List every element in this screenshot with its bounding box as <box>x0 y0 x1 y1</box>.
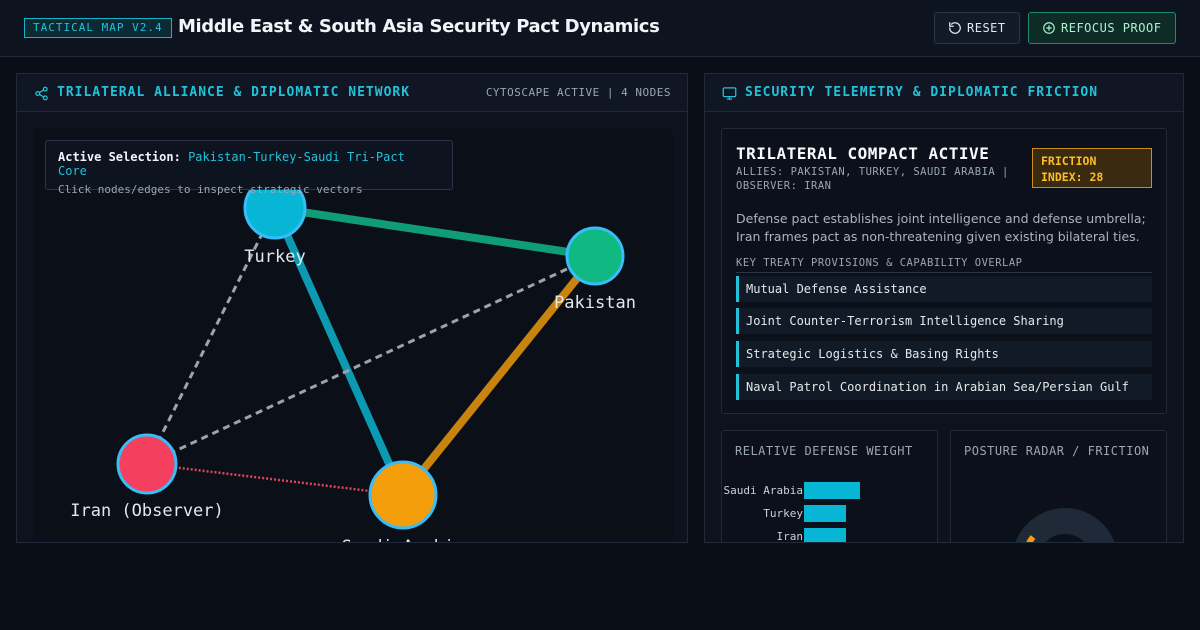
page-footer-area <box>0 543 1200 630</box>
node-saudi[interactable] <box>368 460 438 530</box>
defense-weight-label: Iran <box>776 530 804 543</box>
defense-weight-label: Saudi Arabia <box>723 484 803 497</box>
plus-circle-icon <box>1043 22 1055 34</box>
trilateral-compact-card: TRILATERAL COMPACT ACTIVE ALLIES: PAKIST… <box>721 128 1167 414</box>
active-selection-label: Active Selection: <box>58 150 181 164</box>
alliance-network-panel: TRILATERAL ALLIANCE & DIPLOMATIC NETWORK… <box>16 73 688 543</box>
version-badge: TACTICAL MAP V2.4 <box>24 18 172 38</box>
network-graph[interactable]: TurkeyPakistanIran (Observer)Saudi Arabi… <box>33 128 673 542</box>
top-bar: TACTICAL MAP V2.4 Middle East & South As… <box>0 0 1200 57</box>
posture-radar-card: POSTURE RADAR / FRICTION <box>950 430 1167 542</box>
edge-pakistan-saudi[interactable] <box>399 253 599 498</box>
radar-gauge-arc <box>1015 508 1115 542</box>
provision-item[interactable]: Mutual Defense Assistance <box>736 276 1152 302</box>
share-network-icon <box>35 86 48 101</box>
defense-weight-title: RELATIVE DEFENSE WEIGHT <box>735 444 913 458</box>
edge-turkey-pakistan[interactable] <box>274 204 596 260</box>
telemetry-panel-title: SECURITY TELEMETRY & DIPLOMATIC FRICTION <box>745 85 1099 100</box>
network-panel-header: TRILATERAL ALLIANCE & DIPLOMATIC NETWORK… <box>17 74 687 112</box>
page-title: Middle East & South Asia Security Pact D… <box>178 16 660 37</box>
monitor-icon <box>722 87 737 100</box>
active-selection-box: Active Selection: Pakistan-Turkey-Saudi … <box>45 140 453 196</box>
selection-hint: Click nodes/edges to inspect strategic v… <box>58 183 363 196</box>
node-label-turkey: Turkey <box>244 247 305 267</box>
friction-index-badge: FRICTION INDEX: 28 <box>1032 148 1152 188</box>
compact-allies: ALLIES: PAKISTAN, TURKEY, SAUDI ARABIA |… <box>736 166 1009 192</box>
relative-defense-weight-card: RELATIVE DEFENSE WEIGHT Saudi Arabia Turk… <box>721 430 938 543</box>
defense-weight-label: Turkey <box>763 507 803 520</box>
node-pakistan[interactable] <box>565 226 625 286</box>
cytoscape-status: CYTOSCAPE ACTIVE | 4 NODES <box>485 86 671 99</box>
compact-title: TRILATERAL COMPACT ACTIVE <box>736 144 990 163</box>
defense-weight-bar <box>804 528 846 542</box>
refocus-proof-button[interactable]: REFOCUS PROOF <box>1028 12 1176 44</box>
posture-radar-chart <box>1015 508 1115 542</box>
defense-weight-row: Iran <box>722 528 937 543</box>
edge-iran-saudi[interactable] <box>146 462 404 497</box>
telemetry-panel-header: SECURITY TELEMETRY & DIPLOMATIC FRICTION <box>705 74 1183 112</box>
reset-button[interactable]: RESET <box>934 12 1020 44</box>
refocus-proof-button-label: REFOCUS PROOF <box>1061 21 1162 35</box>
provision-item[interactable]: Strategic Logistics & Basing Rights <box>736 341 1152 367</box>
node-iran[interactable] <box>116 433 178 495</box>
provision-item[interactable]: Naval Patrol Coordination in Arabian Sea… <box>736 374 1152 400</box>
defense-weight-bar <box>804 482 860 499</box>
security-telemetry-panel: SECURITY TELEMETRY & DIPLOMATIC FRICTION… <box>704 73 1184 543</box>
defense-weight-bar <box>804 505 846 522</box>
node-label-pakistan: Pakistan <box>554 293 636 313</box>
provisions-divider <box>736 272 1152 273</box>
provision-item[interactable]: Joint Counter-Terrorism Intelligence Sha… <box>736 308 1152 334</box>
reset-button-label: RESET <box>967 21 1006 35</box>
network-panel-title: TRILATERAL ALLIANCE & DIPLOMATIC NETWORK <box>57 85 411 100</box>
provisions-label: KEY TREATY PROVISIONS & CAPABILITY OVERL… <box>736 257 1023 269</box>
node-label-iran: Iran (Observer) <box>70 501 224 521</box>
reset-icon <box>949 22 961 34</box>
compact-description: Defense pact establishes joint intellige… <box>736 211 1146 244</box>
defense-weight-row: Turkey <box>722 505 937 525</box>
defense-weight-row: Saudi Arabia <box>722 482 937 502</box>
